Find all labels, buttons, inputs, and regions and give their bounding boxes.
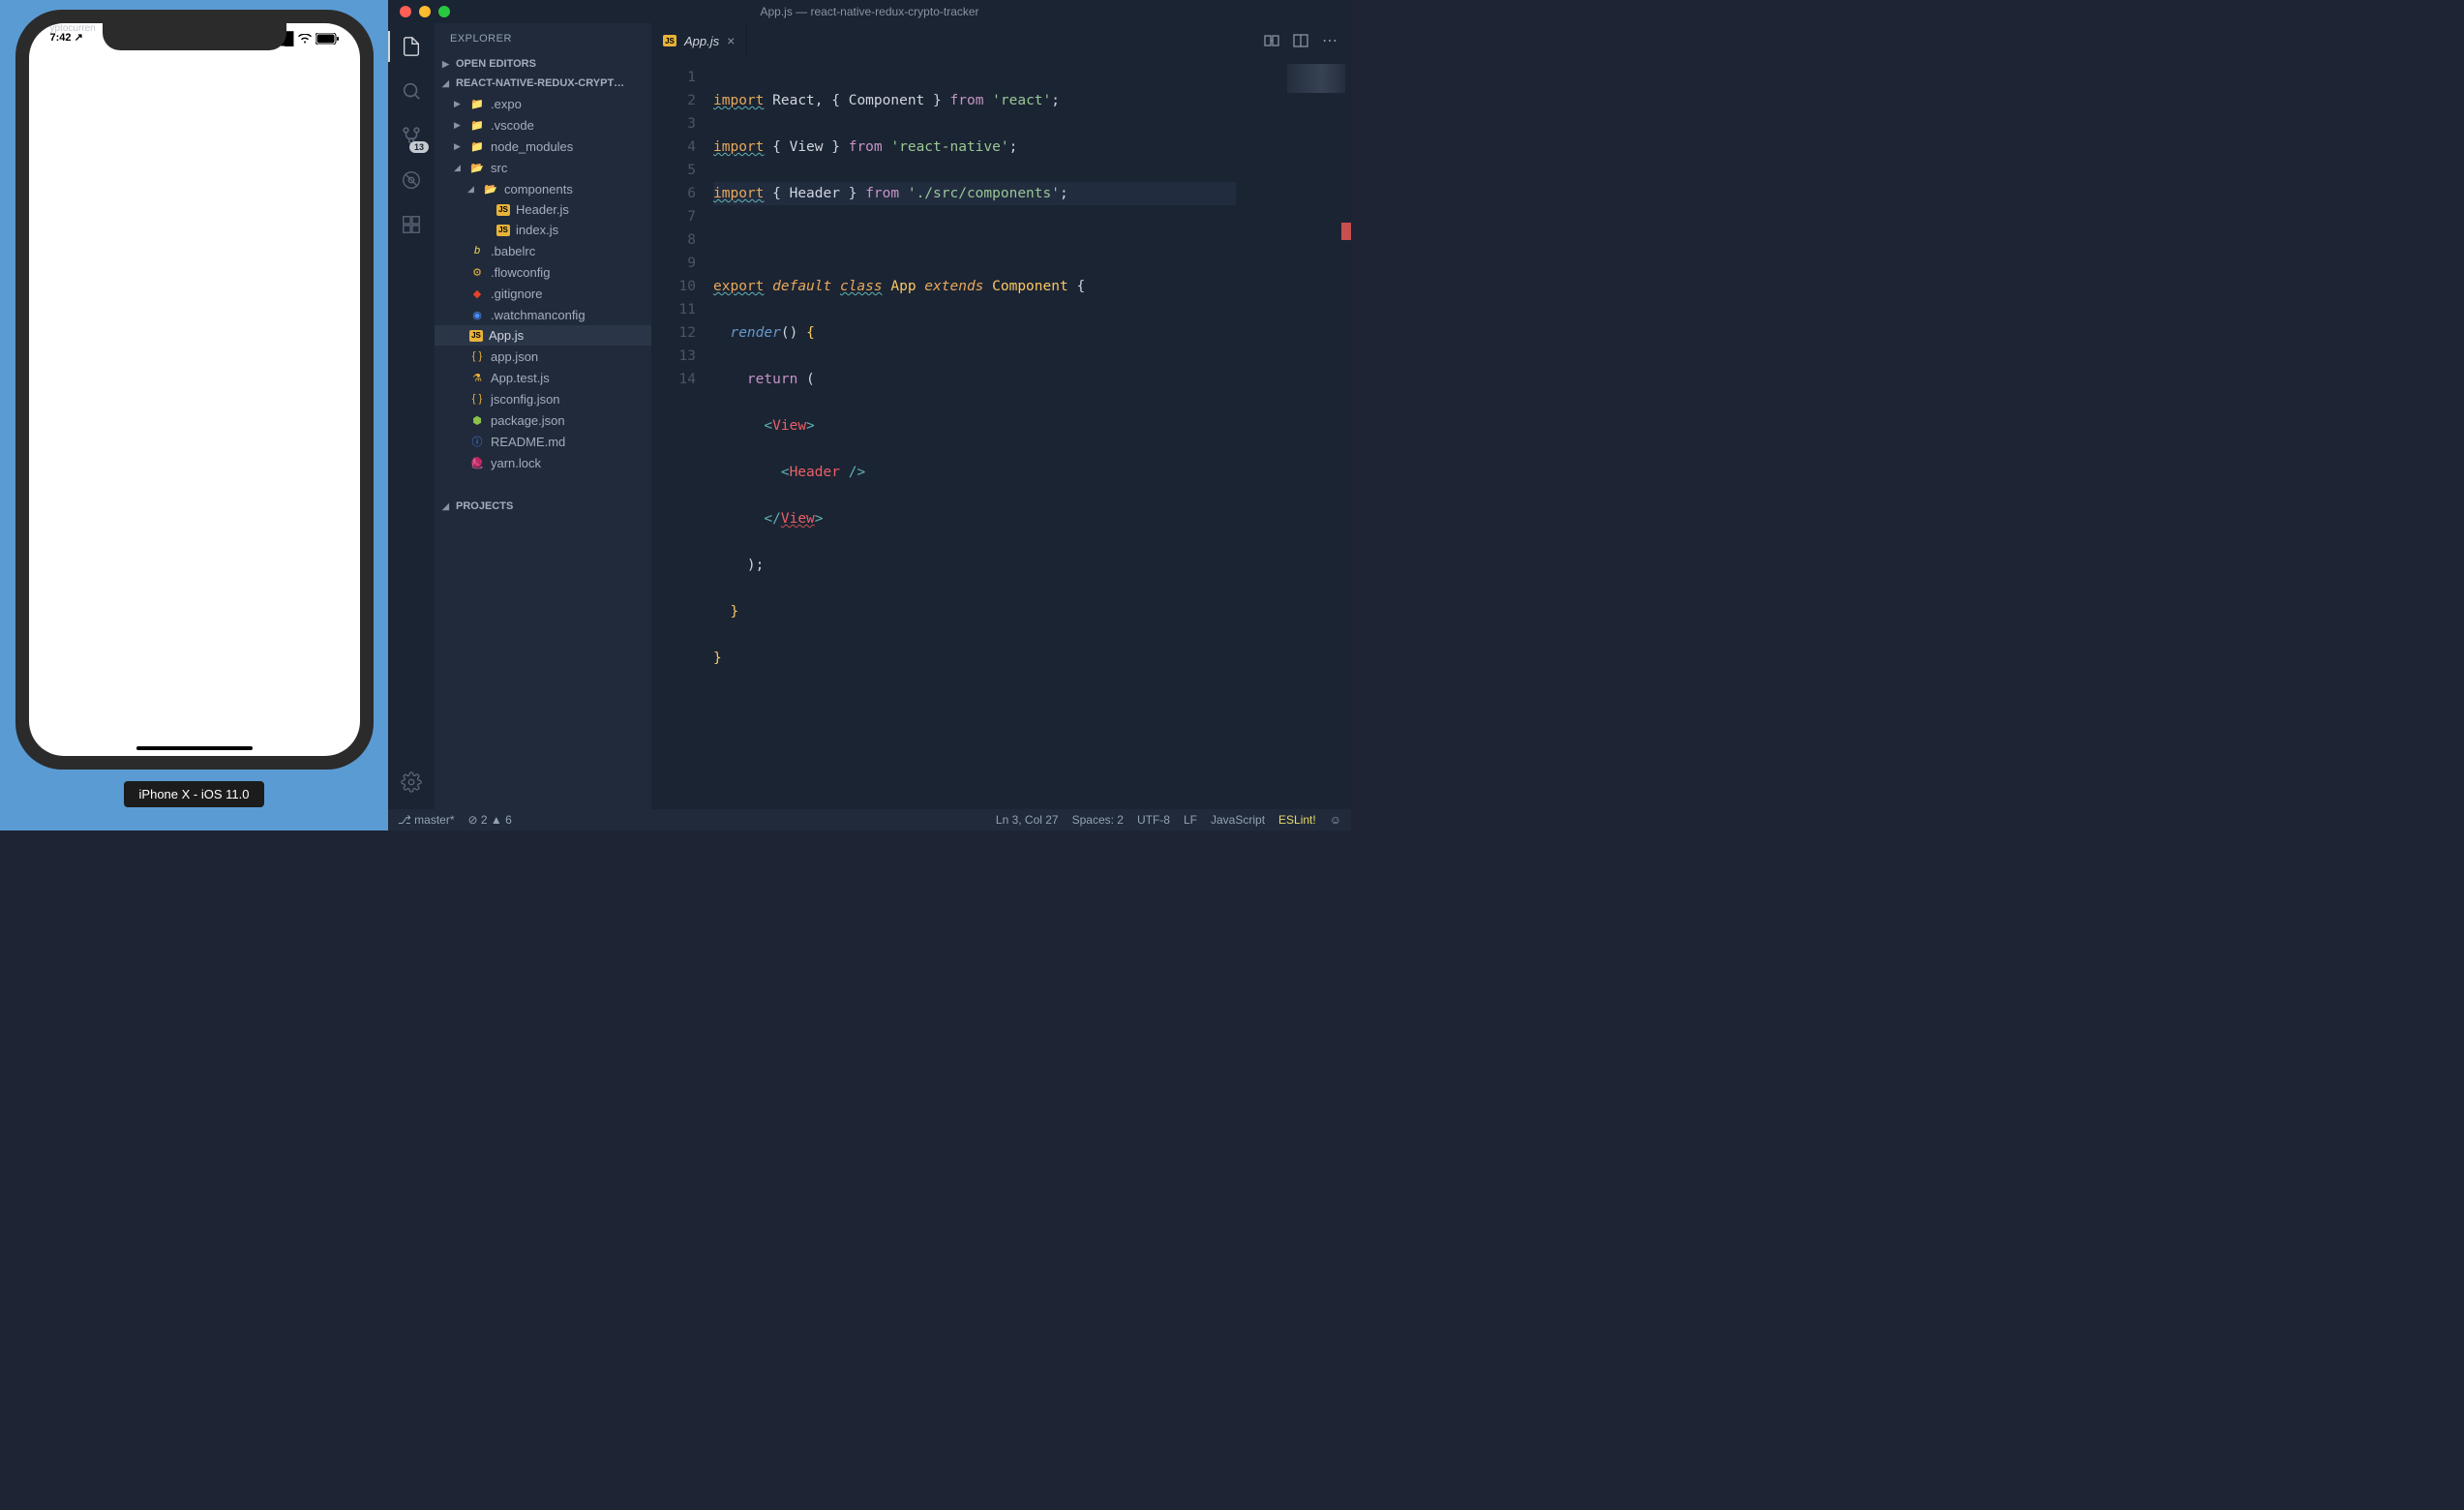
scm-badge: 13 xyxy=(409,141,429,153)
editor-area: JS App.js × ⋯ 1 2 3 4 5 6 7 xyxy=(651,23,1351,809)
json-icon: { } xyxy=(469,391,485,407)
window-title: App.js — react-native-redux-crypto-track… xyxy=(760,5,978,18)
open-editors-section[interactable]: ▶ OPEN EDITORS xyxy=(435,54,651,74)
watchman-icon: ◉ xyxy=(469,307,485,322)
extensions-icon[interactable] xyxy=(398,211,425,238)
folder-node-modules[interactable]: ▶📁node_modules xyxy=(435,136,651,157)
sidebar: EXPLORER ▶ OPEN EDITORS ◢ REACT-NATIVE-R… xyxy=(435,23,651,809)
editor-actions: ⋯ xyxy=(1250,23,1351,58)
titlebar[interactable]: App.js — react-native-redux-crypto-track… xyxy=(388,0,1351,23)
babel-icon: b xyxy=(469,243,485,258)
code-content[interactable]: import React, { Component } from 'react'… xyxy=(709,58,1236,809)
minimize-window-button[interactable] xyxy=(419,6,431,17)
file-readme-md[interactable]: ⓘREADME.md xyxy=(435,431,651,452)
project-section[interactable]: ◢ REACT-NATIVE-REDUX-CRYPT… xyxy=(435,74,651,93)
eol[interactable]: LF xyxy=(1184,813,1197,827)
file-flowconfig[interactable]: ⚙.flowconfig xyxy=(435,261,651,283)
error-marker[interactable] xyxy=(1341,223,1351,240)
folder-expo[interactable]: ▶📁.expo xyxy=(435,93,651,114)
indentation[interactable]: Spaces: 2 xyxy=(1072,813,1124,827)
more-actions-icon[interactable]: ⋯ xyxy=(1322,31,1337,50)
folder-src[interactable]: ◢📂src xyxy=(435,157,651,178)
caret-down-icon: ◢ xyxy=(442,78,452,89)
file-header-js[interactable]: JSHeader.js xyxy=(435,199,651,220)
minimap[interactable] xyxy=(1287,64,1345,93)
caret-right-icon: ▶ xyxy=(454,141,464,152)
tab-app-js[interactable]: JS App.js × xyxy=(651,23,747,58)
iphone-screen[interactable]: yptocurren 7:42 ↗ ▂▄▆█ xyxy=(29,23,360,756)
encoding[interactable]: UTF-8 xyxy=(1137,813,1170,827)
caret-right-icon: ▶ xyxy=(442,59,452,70)
editor-body[interactable]: 1 2 3 4 5 6 7 8 9 10 11 12 13 14 import … xyxy=(651,58,1351,809)
language-mode[interactable]: JavaScript xyxy=(1211,813,1265,827)
simulator-device-label: iPhone X - iOS 11.0 xyxy=(124,781,265,807)
iphone-notch xyxy=(103,23,286,50)
caret-right-icon: ▶ xyxy=(454,99,464,109)
js-file-icon: JS xyxy=(496,204,510,216)
maximize-window-button[interactable] xyxy=(438,6,450,17)
debug-icon[interactable] xyxy=(398,166,425,194)
npm-icon: ⬢ xyxy=(469,412,485,428)
sidebar-title: EXPLORER xyxy=(435,23,651,54)
home-indicator xyxy=(136,746,253,750)
flow-icon: ⚙ xyxy=(469,264,485,280)
folder-open-icon: 📂 xyxy=(483,181,498,196)
yarn-icon: 🧶 xyxy=(469,455,485,470)
source-control-icon[interactable]: 13 xyxy=(398,122,425,149)
git-branch[interactable]: ⎇ master* xyxy=(398,813,455,827)
file-app-json[interactable]: { }app.json xyxy=(435,346,651,367)
file-index-js[interactable]: JSindex.js xyxy=(435,220,651,240)
git-icon: ◆ xyxy=(469,286,485,301)
folder-icon: 📁 xyxy=(469,117,485,133)
caret-down-icon: ◢ xyxy=(454,163,464,173)
problems-indicator[interactable]: ⊘ 2 ▲ 6 xyxy=(468,813,512,827)
caret-down-icon: ◢ xyxy=(442,501,452,512)
folder-icon: 📁 xyxy=(469,96,485,111)
ios-simulator-panel: yptocurren 7:42 ↗ ▂▄▆█ iPhone X - iOS 11… xyxy=(0,0,388,830)
close-window-button[interactable] xyxy=(400,6,411,17)
activity-bar: 13 xyxy=(388,23,435,809)
compare-changes-icon[interactable] xyxy=(1264,33,1279,48)
folder-icon: 📁 xyxy=(469,138,485,154)
file-package-json[interactable]: ⬢package.json xyxy=(435,409,651,431)
split-editor-icon[interactable] xyxy=(1293,33,1308,48)
folder-components[interactable]: ◢📂components xyxy=(435,178,651,199)
js-file-icon: JS xyxy=(469,330,483,342)
explorer-icon[interactable] xyxy=(398,33,425,60)
folder-open-icon: 📂 xyxy=(469,160,485,175)
info-icon: ⓘ xyxy=(469,434,485,449)
file-babelrc[interactable]: b.babelrc xyxy=(435,240,651,261)
statusbar: ⎇ master* ⊘ 2 ▲ 6 Ln 3, Col 27 Spaces: 2… xyxy=(388,809,1351,830)
file-jsconfig-json[interactable]: { }jsconfig.json xyxy=(435,388,651,409)
iphone-frame: yptocurren 7:42 ↗ ▂▄▆█ xyxy=(15,10,374,770)
js-file-icon: JS xyxy=(663,35,676,46)
caret-down-icon: ◢ xyxy=(467,184,477,195)
eslint-status[interactable]: ESLint! xyxy=(1278,813,1316,827)
js-file-icon: JS xyxy=(496,225,510,236)
folder-vscode[interactable]: ▶📁.vscode xyxy=(435,114,651,136)
search-icon[interactable] xyxy=(398,77,425,105)
settings-gear-icon[interactable] xyxy=(398,769,425,796)
status-time: 7:42 ↗ xyxy=(50,31,83,46)
line-numbers: 1 2 3 4 5 6 7 8 9 10 11 12 13 14 xyxy=(651,58,709,809)
cursor-position[interactable]: Ln 3, Col 27 xyxy=(996,813,1059,827)
projects-section[interactable]: ◢ PROJECTS xyxy=(435,497,651,516)
caret-right-icon: ▶ xyxy=(454,120,464,131)
json-icon: { } xyxy=(469,348,485,364)
vscode-window: App.js — react-native-redux-crypto-track… xyxy=(388,0,1351,830)
tabs-bar: JS App.js × ⋯ xyxy=(651,23,1351,58)
feedback-icon[interactable]: ☺ xyxy=(1330,813,1341,827)
file-watchmanconfig[interactable]: ◉.watchmanconfig xyxy=(435,304,651,325)
close-tab-icon[interactable]: × xyxy=(727,33,735,48)
file-app-test-js[interactable]: ⚗App.test.js xyxy=(435,367,651,388)
file-app-js[interactable]: JSApp.js xyxy=(435,325,651,346)
wifi-icon xyxy=(298,34,312,44)
test-icon: ⚗ xyxy=(469,370,485,385)
file-yarn-lock[interactable]: 🧶yarn.lock xyxy=(435,452,651,473)
file-gitignore[interactable]: ◆.gitignore xyxy=(435,283,651,304)
traffic-lights xyxy=(400,6,450,17)
battery-icon xyxy=(316,33,339,45)
